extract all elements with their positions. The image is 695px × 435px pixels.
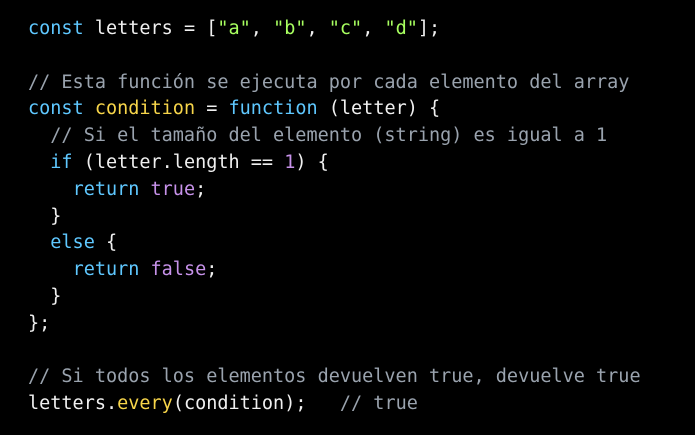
code-token: // true [339,393,418,415]
code-token: , [250,18,274,39]
code-token: letters = [ [83,18,218,39]
code-block[interactable]: const letters = ["a", "b", "c", "d"]; //… [28,16,695,418]
code-token: "b" [273,18,307,39]
code-line: const condition = function (letter) { [28,96,695,123]
code-line: if (letter.length == 1) { [28,150,695,177]
code-token: (condition); [172,393,340,415]
code-token: } [28,285,62,307]
code-token: , [362,18,385,39]
code-line: letters.every(condition); // true [28,391,695,418]
code-token: if [50,151,73,173]
code-editor: const letters = ["a", "b", "c", "d"]; //… [0,0,695,435]
code-token: "a" [217,18,251,39]
code-token: 1 [284,151,296,173]
code-token: letters. [28,393,118,415]
code-line: const letters = ["a", "b", "c", "d"]; [28,16,695,43]
code-line: else { [28,230,695,257]
code-token: { [94,232,118,254]
code-token: true [150,178,196,200]
code-token: , [306,18,329,39]
code-line: return false; [28,257,695,284]
code-line: }; [28,311,695,338]
code-token: (letter) { [317,98,441,120]
code-line: // Esta función se ejecuta por cada elem… [28,70,695,97]
code-line: } [28,284,695,311]
code-token: else [50,232,95,254]
code-token: = [195,98,229,120]
code-line: // Si todos los elementos devuelven true… [28,364,695,391]
code-token: "d" [384,18,418,39]
code-token: ) { [295,151,329,173]
code-token: const [28,98,84,120]
code-token: return [72,178,140,200]
code-token: condition [94,98,196,120]
code-line: } [28,204,695,231]
code-token: "c" [328,18,363,39]
code-token: ]; [417,18,441,39]
code-token: // Si el tamaño del elemento (string) es… [28,125,608,147]
code-token: false [150,259,207,281]
code-token: // Si todos los elementos devuelven true… [28,366,641,388]
code-token: ; [195,178,207,200]
code-token: const [28,18,84,39]
code-line: return true; [28,177,695,204]
code-line: // Si el tamaño del elemento (string) es… [28,123,695,150]
code-token: } [28,205,62,227]
code-token: return [72,259,140,281]
code-token: ; [206,259,218,281]
code-token: function [228,98,318,120]
code-token: (letter.length == [72,151,285,173]
code-token: every [117,393,173,415]
code-token: // Esta función se ejecuta por cada elem… [28,71,630,93]
code-token: }; [28,312,51,334]
